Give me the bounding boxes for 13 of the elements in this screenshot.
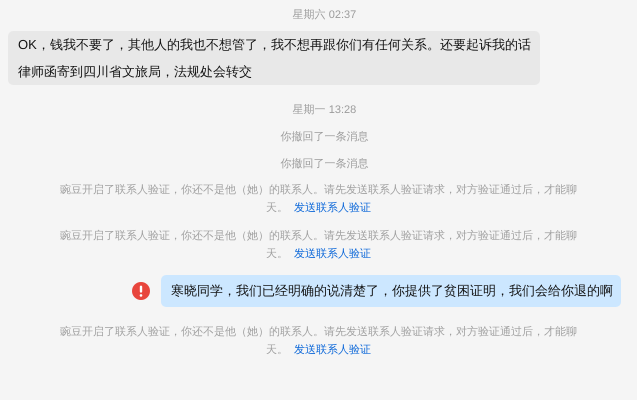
verification-notice: 豌豆开启了联系人验证，你还不是他（她）的联系人。请先发送联系人验证请求，对方验证通过后，才能聊天。 发送联系人验证 xyxy=(59,182,578,216)
timestamp: 星期一 13:28 xyxy=(292,104,356,116)
error-icon[interactable] xyxy=(132,282,150,300)
send-verification-link[interactable]: 发送联系人验证 xyxy=(294,344,372,356)
recall-notice: 你撤回了一条消息 xyxy=(280,158,368,170)
send-verification-link[interactable]: 发送联系人验证 xyxy=(294,248,372,260)
verification-notice: 豌豆开启了联系人验证，你还不是他（她）的联系人。请先发送联系人验证请求，对方验证通过后，才能聊天。 发送联系人验证 xyxy=(59,324,578,358)
message-bubble: OK，钱我不要了，其他人的我也不想管了，我不想再跟你们有任何关系。还要起诉我的话律师函寄到四川省文旅局，法规处会转交 xyxy=(8,31,540,85)
verification-notice: 豌豆开启了联系人验证，你还不是他（她）的联系人。请先发送联系人验证请求，对方验证通过后，才能聊天。 发送联系人验证 xyxy=(59,228,578,262)
message-bubble: 寒晓同学，我们已经明确的说清楚了，你提供了贫困证明，我们会给你退的啊 xyxy=(161,275,621,307)
send-verification-link[interactable]: 发送联系人验证 xyxy=(294,202,372,214)
recall-notice: 你撤回了一条消息 xyxy=(280,131,368,143)
timestamp: 星期六 02:37 xyxy=(292,9,356,21)
